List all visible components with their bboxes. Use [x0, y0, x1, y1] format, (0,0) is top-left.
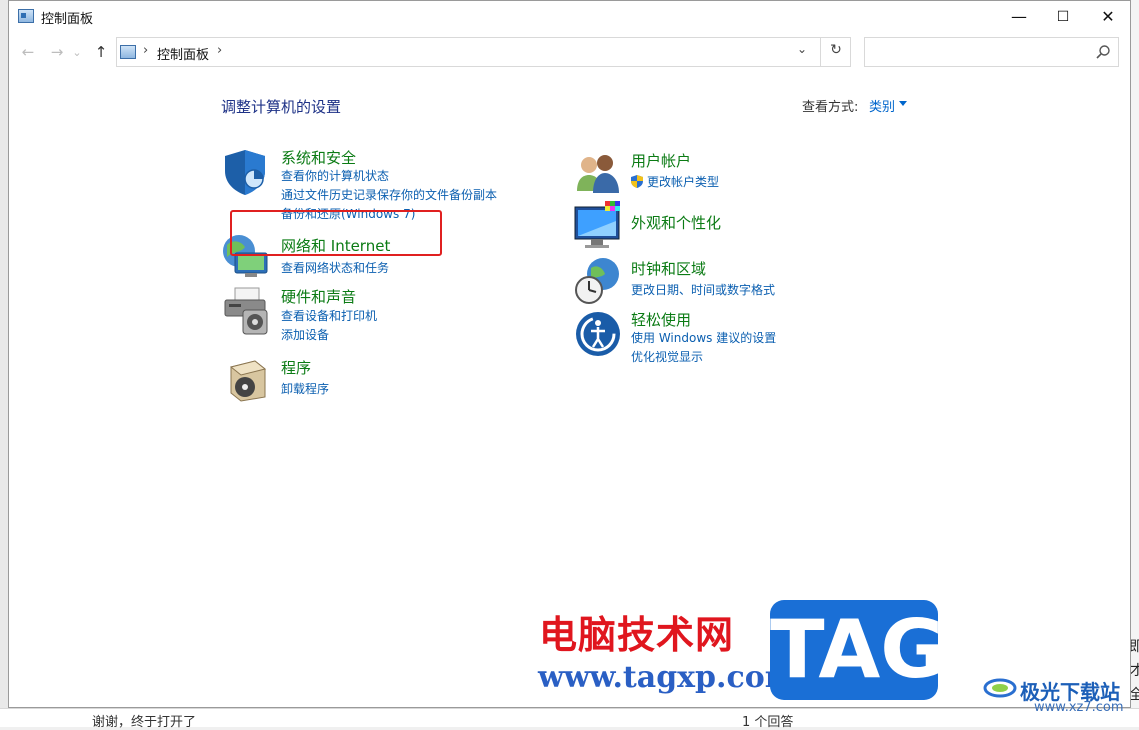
close-button[interactable]: ✕: [1085, 1, 1131, 32]
up-button[interactable]: ↑: [91, 42, 111, 62]
chevron-down-icon[interactable]: [899, 101, 907, 106]
clock-globe-icon[interactable]: [573, 256, 623, 306]
address-bar[interactable]: › 控制面板 › ⌄ ↻: [116, 37, 851, 67]
programs-disc-icon[interactable]: [221, 353, 271, 403]
category-ease-of-access[interactable]: 轻松使用: [631, 309, 691, 330]
category-programs[interactable]: 程序: [281, 357, 311, 378]
recent-locations-button[interactable]: ⌄: [71, 42, 83, 62]
printer-speaker-icon[interactable]: [221, 286, 271, 336]
window-title: 控制面板: [41, 12, 94, 27]
background-comment-text: 谢谢，终于打开了: [92, 715, 197, 730]
search-input[interactable]: [864, 37, 1119, 67]
shield-icon[interactable]: [221, 147, 271, 197]
link-file-history[interactable]: 通过文件历史记录保存你的文件备份副本: [281, 186, 497, 203]
address-dropdown-button[interactable]: ⌄: [791, 42, 813, 62]
category-system-security[interactable]: 系统和安全: [281, 147, 356, 168]
background-right-strip: [1131, 0, 1139, 726]
forward-button[interactable]: →: [47, 42, 67, 62]
watermark-tag-logo: TAG: [770, 600, 946, 700]
link-optimize-visual-display[interactable]: 优化视觉显示: [631, 348, 703, 365]
watermark-url: www.tagxp.com: [538, 660, 797, 695]
minimize-button[interactable]: —: [996, 1, 1042, 32]
link-view-computer-status[interactable]: 查看你的计算机状态: [281, 167, 389, 184]
link-devices-printers[interactable]: 查看设备和打印机: [281, 307, 377, 324]
control-panel-icon: [120, 45, 136, 59]
breadcrumb-separator[interactable]: ›: [217, 43, 222, 58]
link-change-account-type[interactable]: 更改帐户类型: [631, 173, 719, 190]
category-clock-region[interactable]: 时钟和区域: [631, 258, 706, 279]
title-bar: 控制面板 — ☐ ✕: [9, 1, 1130, 32]
control-panel-window: 控制面板 — ☐ ✕ ← → ⌄ ↑ › 控制面板 › ⌄ ↻ 调整计算机的设置…: [8, 0, 1131, 708]
refresh-button[interactable]: ↻: [825, 42, 847, 62]
category-hardware-sound[interactable]: 硬件和声音: [281, 286, 356, 307]
address-divider: [820, 38, 821, 66]
site-watermark-url: www.xz7.com: [1034, 700, 1124, 715]
view-by-dropdown[interactable]: 类别: [869, 96, 895, 115]
navigation-bar: ← → ⌄ ↑ › 控制面板 › ⌄ ↻: [9, 36, 1130, 68]
breadcrumb-separator[interactable]: ›: [143, 43, 148, 58]
background-answer-count: 1 个回答: [742, 715, 794, 730]
link-windows-suggested-settings[interactable]: 使用 Windows 建议的设置: [631, 329, 776, 346]
site-logo-icon: [983, 678, 1017, 698]
search-icon[interactable]: [1095, 44, 1111, 60]
page-heading: 调整计算机的设置: [221, 98, 342, 116]
category-appearance-personalization[interactable]: 外观和个性化: [631, 212, 721, 233]
back-button[interactable]: ←: [18, 42, 38, 62]
watermark-text: 电脑技术网: [539, 613, 735, 657]
uac-shield-icon: [631, 175, 643, 188]
breadcrumb-control-panel[interactable]: 控制面板: [157, 44, 209, 63]
monitor-palette-icon[interactable]: [573, 201, 623, 251]
view-by-label: 查看方式:: [802, 100, 859, 115]
link-change-account-type-label: 更改帐户类型: [647, 175, 720, 189]
control-panel-icon: [18, 9, 34, 23]
link-uninstall-program[interactable]: 卸载程序: [281, 380, 329, 397]
link-network-status[interactable]: 查看网络状态和任务: [281, 259, 389, 276]
link-add-device[interactable]: 添加设备: [281, 326, 329, 343]
category-user-accounts[interactable]: 用户帐户: [631, 150, 691, 171]
highlight-box: [230, 210, 442, 256]
maximize-button[interactable]: ☐: [1040, 1, 1086, 32]
link-change-date-time-format[interactable]: 更改日期、时间或数字格式: [631, 281, 775, 298]
ease-of-access-icon[interactable]: [573, 309, 623, 359]
users-icon[interactable]: [573, 149, 623, 199]
